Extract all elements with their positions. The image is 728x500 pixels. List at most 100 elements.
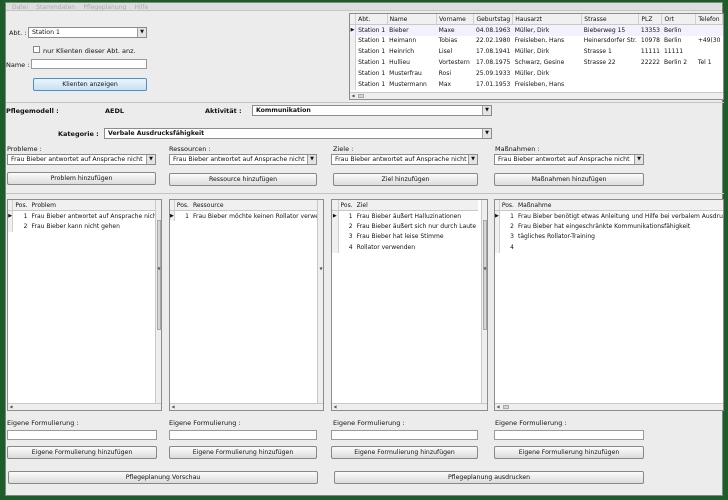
activity-select-value: Kommunikation: [256, 107, 311, 114]
client-row[interactable]: Station 1 Mustermann Max 17.01.1953 Frei…: [350, 78, 723, 90]
only-dept-checkbox[interactable]: [33, 46, 40, 53]
measures-list-hscrollbar[interactable]: ◀: [495, 403, 723, 410]
scroll-down-icon[interactable]: ▼: [156, 266, 161, 272]
col-header-ziel[interactable]: Ziel: [354, 200, 479, 211]
divider: [6, 193, 724, 194]
goals-list-header: Pos. Ziel: [332, 200, 479, 211]
col-header-problem[interactable]: Problem: [29, 200, 161, 211]
scroll-down-icon[interactable]: ▼: [318, 266, 323, 272]
own-formulation-input-1[interactable]: [7, 430, 157, 440]
col-header-strasse[interactable]: Strasse: [581, 14, 640, 26]
scroll-down-icon[interactable]: ▼: [482, 266, 487, 272]
chevron-down-icon[interactable]: ▼: [146, 155, 155, 164]
resources-list-hscrollbar[interactable]: ◀: [170, 403, 323, 410]
abt-label: Abt. :: [9, 29, 27, 37]
add-resource-button[interactable]: Ressource hinzufügen: [169, 173, 317, 186]
add-own-resource-button[interactable]: Eigene Formulierung hinzufügen: [169, 446, 317, 459]
col-header-ort[interactable]: Ort: [661, 14, 697, 26]
scroll-thumb[interactable]: [503, 405, 509, 409]
add-measure-button[interactable]: Maßnahmen hinzufügen: [494, 173, 644, 186]
problems-select[interactable]: Frau Bieber antwortet auf Ansprache nich…: [7, 154, 156, 165]
menu-datei[interactable]: Datei: [12, 4, 28, 11]
col-header-telefon[interactable]: Telefon: [695, 14, 723, 26]
client-row[interactable]: Station 1 Heinrich Lisel 17.08.1941 Müll…: [350, 46, 723, 58]
add-own-problem-button[interactable]: Eigene Formulierung hinzufügen: [7, 446, 157, 459]
list-item[interactable]: 3 tägliches Rollator-Training: [495, 231, 723, 242]
abt-select[interactable]: Station 1 ▼: [28, 27, 147, 38]
own-formulation-input-2[interactable]: [169, 430, 317, 440]
client-row[interactable]: Station 1 Hullieu Vortestern 17.08.1975 …: [350, 57, 723, 68]
scroll-thumb[interactable]: [157, 220, 161, 330]
col-header-massnahme[interactable]: Maßnahme: [515, 200, 723, 211]
menu-hilfe[interactable]: Hilfe: [135, 4, 149, 11]
col-header-pos[interactable]: Pos.: [12, 200, 30, 211]
problems-list: Pos. Problem ▶ 1 Frau Bieber antwortet a…: [7, 199, 162, 411]
col-header-abt[interactable]: Abt.: [355, 14, 388, 26]
menu-stammdaten[interactable]: Stammdaten: [36, 4, 75, 11]
list-item[interactable]: ▶ 1 Frau Bieber möchte keinen Rollator v…: [170, 210, 323, 221]
scroll-left-icon[interactable]: ◀: [495, 404, 501, 410]
model-label: Pflegemodell :: [6, 107, 59, 115]
list-item[interactable]: 3 Frau Bieber hat leise Stimme: [332, 231, 478, 242]
scroll-left-icon[interactable]: ◀: [170, 404, 176, 410]
list-item[interactable]: 2 Frau Bieber hat eingeschränkte Kommuni…: [495, 221, 723, 232]
resources-list-vscrollbar[interactable]: ▼: [317, 200, 323, 403]
add-own-goal-button[interactable]: Eigene Formulierung hinzufügen: [331, 446, 478, 459]
col-header-pos[interactable]: Pos.: [499, 200, 516, 211]
category-label: Kategorie :: [58, 130, 99, 138]
col-header-ressource[interactable]: Ressource: [190, 200, 323, 211]
care-plan-preview-button[interactable]: Pflegeplanung Vorschau: [8, 471, 318, 484]
chevron-down-icon[interactable]: ▼: [482, 129, 491, 138]
category-select-value: Verbale Ausdrucksfähigkeit: [108, 130, 205, 137]
chevron-down-icon[interactable]: ▼: [307, 155, 316, 164]
scroll-thumb[interactable]: [358, 94, 364, 98]
show-clients-button[interactable]: Klienten anzeigen: [33, 78, 147, 91]
own-formulation-input-4[interactable]: [494, 430, 644, 440]
app-window: Datei Stammdaten Pflegeplanung Hilfe Abt…: [5, 2, 724, 496]
scroll-thumb[interactable]: [483, 220, 487, 330]
col-header-vorname[interactable]: Vorname: [436, 14, 475, 26]
col-header-plz[interactable]: PLZ: [638, 14, 663, 26]
col-header-hausarzt[interactable]: Hausarzt: [512, 14, 583, 26]
name-label: Name :: [6, 61, 30, 69]
name-input[interactable]: [31, 59, 147, 69]
col-header-geburtstag[interactable]: Geburtstag: [473, 14, 514, 26]
measures-select[interactable]: Frau Bieber antwortet auf Ansprache nich…: [494, 154, 644, 165]
col-header-pos[interactable]: Pos.: [174, 200, 191, 211]
client-row[interactable]: Station 1 Heimann Tobias 22.02.1980 Frei…: [350, 35, 723, 47]
client-row[interactable]: Station 1 Musterfrau Rosi 25.09.1933 Mül…: [350, 67, 723, 79]
list-item[interactable]: ▶ 1 Frau Bieber benötigt etwas Anleitung…: [495, 210, 723, 221]
client-row[interactable]: ▶ Station 1 Bieber Maxe 04.08.1963 Mülle…: [350, 24, 723, 36]
activity-select[interactable]: Kommunikation ▼: [252, 105, 492, 116]
chevron-down-icon[interactable]: ▼: [468, 155, 477, 164]
client-table-hscrollbar[interactable]: ◀: [350, 92, 723, 99]
list-item[interactable]: 4: [495, 242, 723, 253]
chevron-down-icon[interactable]: ▼: [482, 106, 491, 115]
list-item[interactable]: 2 Frau Bieber äußert sich nur durch Laut…: [332, 221, 478, 232]
list-item[interactable]: ▶ 1 Frau Bieber antwortet auf Ansprache …: [8, 210, 161, 221]
scroll-left-icon[interactable]: ◀: [8, 404, 14, 410]
chevron-down-icon[interactable]: ▼: [634, 155, 643, 164]
problems-list-hscrollbar[interactable]: ◀: [8, 403, 161, 410]
add-own-measure-button[interactable]: Eigene Formulierung hinzufügen: [494, 446, 644, 459]
add-goal-button[interactable]: Ziel hinzufügen: [333, 173, 478, 186]
chevron-down-icon[interactable]: ▼: [137, 28, 146, 37]
col-header-name[interactable]: Name: [387, 14, 438, 26]
problems-list-vscrollbar[interactable]: ▼: [155, 200, 161, 403]
goals-list-vscrollbar[interactable]: ▼: [481, 200, 487, 403]
scroll-left-icon[interactable]: ◀: [332, 404, 338, 410]
list-item[interactable]: ▶ 1 Frau Bieber äußert Halluzinationen: [332, 210, 478, 221]
own-formulation-input-3[interactable]: [331, 430, 478, 440]
goals-select[interactable]: Frau Bieber antwortet auf Ansprache nich…: [331, 154, 478, 165]
list-item[interactable]: 4 Rollator verwenden: [332, 242, 478, 253]
resources-select[interactable]: Frau Bieber antwortet auf Ansprache nich…: [169, 154, 317, 165]
list-item[interactable]: 2 Frau Bieber kann nicht gehen: [8, 221, 161, 232]
col-header-pos[interactable]: Pos.: [338, 200, 355, 211]
category-select[interactable]: Verbale Ausdrucksfähigkeit ▼: [104, 128, 492, 139]
goals-list-hscrollbar[interactable]: ◀: [332, 403, 487, 410]
scroll-left-icon[interactable]: ◀: [350, 93, 356, 99]
menu-pflegeplanung[interactable]: Pflegeplanung: [83, 4, 126, 11]
add-problem-button[interactable]: Problem hinzufügen: [7, 172, 156, 185]
care-plan-print-button[interactable]: Pflegeplanung ausdrucken: [334, 471, 644, 484]
activity-label: Aktivität :: [205, 107, 242, 115]
